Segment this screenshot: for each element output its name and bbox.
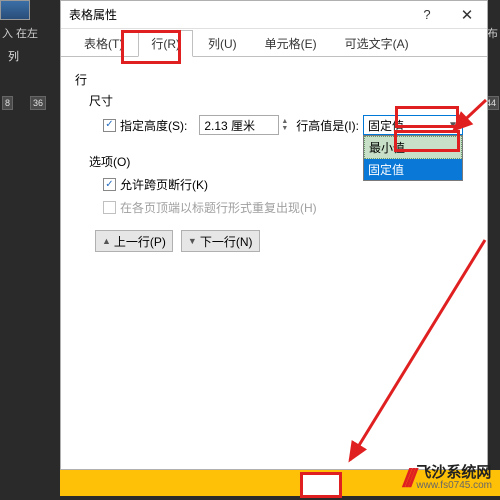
repeat-header-label: 在各页顶端以标题行形式重复出现(H) (120, 199, 317, 216)
triangle-down-icon: ▼ (188, 236, 197, 246)
prev-row-label: 上一行(P) (114, 233, 166, 250)
combobox-value: 固定值 (368, 117, 404, 134)
dropdown-option-min[interactable]: 最小值 (364, 136, 462, 159)
watermark: /// 飞沙系统网 www.fs0745.com (403, 463, 492, 494)
watermark-url: www.fs0745.com (416, 481, 492, 492)
bg-column-label: 列 (8, 48, 19, 64)
height-input[interactable] (199, 115, 279, 135)
titlebar: 表格属性 ? ✕ (61, 1, 487, 29)
dialog-title: 表格属性 (61, 6, 407, 23)
close-button[interactable]: ✕ (447, 1, 487, 29)
specify-height-label: 指定高度(S): (120, 117, 187, 134)
allow-break-checkbox[interactable] (103, 178, 116, 191)
tab-strip: 表格(T) 行(R) 列(U) 单元格(E) 可选文字(A) (61, 29, 487, 57)
ruler-mark: 8 (2, 96, 13, 110)
specify-height-checkbox[interactable] (103, 119, 116, 132)
chevron-down-icon: ▼ (446, 120, 460, 131)
tab-row[interactable]: 行(R) (138, 30, 193, 57)
row-section-label: 行 (75, 71, 473, 88)
dropdown-option-fixed[interactable]: 固定值 (364, 159, 462, 180)
next-row-button[interactable]: ▼ 下一行(N) (181, 230, 260, 252)
repeat-header-checkbox (103, 201, 116, 214)
row-height-is-label: 行高值是(I): (296, 117, 359, 134)
help-button[interactable]: ? (407, 1, 447, 29)
prev-row-button[interactable]: ▲ 上一行(P) (95, 230, 173, 252)
tab-column[interactable]: 列(U) (195, 30, 250, 56)
bg-insert-label: 入 在左 (2, 25, 38, 41)
tab-table[interactable]: 表格(T) (71, 30, 136, 56)
size-label: 尺寸 (89, 92, 473, 109)
ruler-mark: 36 (30, 96, 46, 110)
allow-break-label: 允许跨页断行(K) (120, 176, 208, 193)
row-height-rule-dropdown: 最小值 固定值 (363, 135, 463, 181)
table-properties-dialog: 表格属性 ? ✕ 表格(T) 行(R) 列(U) 单元格(E) 可选文字(A) … (60, 0, 488, 470)
spinner-up-icon[interactable]: ▲ (281, 118, 288, 125)
watermark-title: 飞沙系统网 (416, 465, 492, 481)
tab-alttext[interactable]: 可选文字(A) (332, 30, 422, 56)
tab-cell[interactable]: 单元格(E) (252, 30, 330, 56)
spinner-down-icon[interactable]: ▼ (281, 125, 288, 132)
triangle-up-icon: ▲ (102, 236, 111, 246)
annotation-box (300, 472, 342, 498)
watermark-logo-icon: /// (403, 463, 413, 494)
row-height-rule-combobox[interactable]: 固定值 ▼ (363, 115, 463, 135)
next-row-label: 下一行(N) (200, 233, 253, 250)
